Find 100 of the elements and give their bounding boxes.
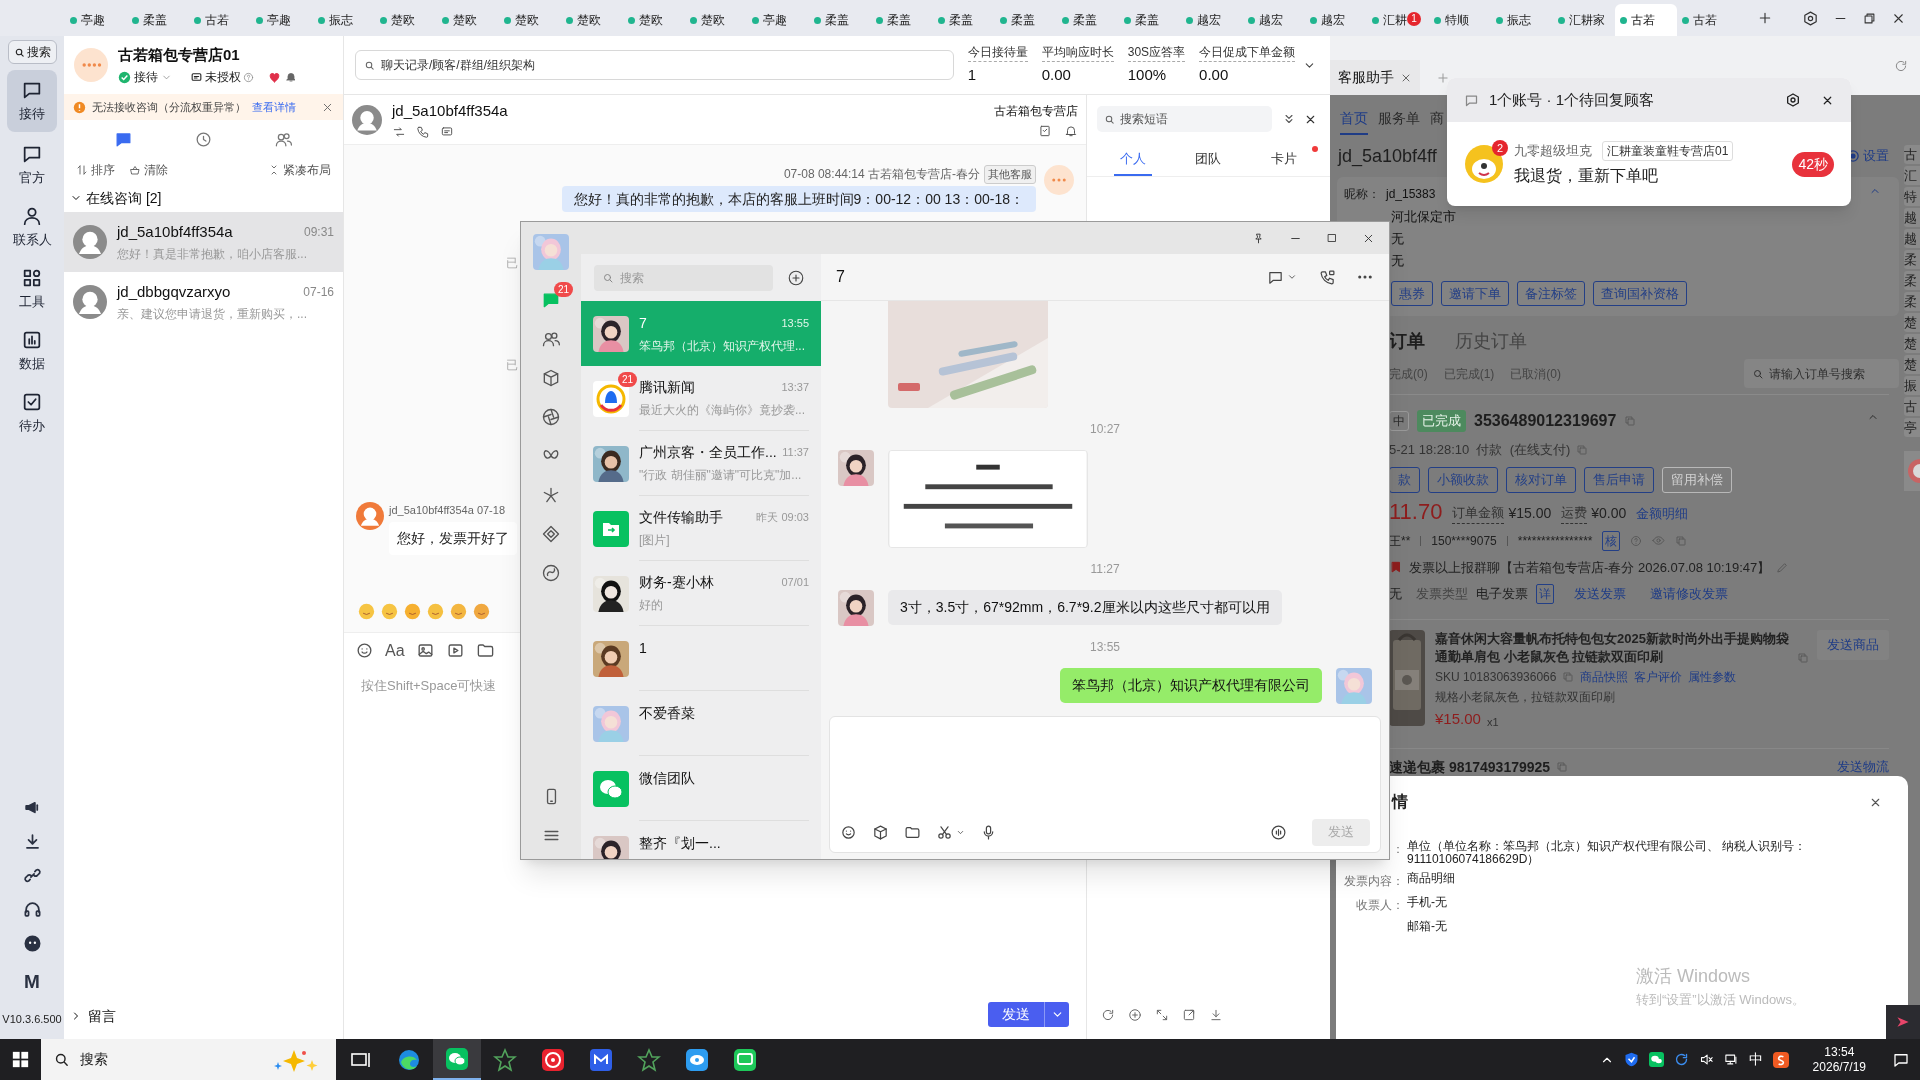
shop-tab[interactable]: 亭趣	[747, 4, 809, 36]
ime-indicator[interactable]: 中	[1748, 1049, 1763, 1070]
export-icon[interactable]	[1182, 1008, 1196, 1022]
scissors-icon[interactable]	[936, 823, 953, 841]
shield-icon[interactable]	[1623, 1052, 1639, 1067]
side-tab[interactable]: 柔	[1904, 250, 1920, 269]
shop-tab[interactable]: 楚欧	[561, 4, 623, 36]
nav-item[interactable]: 官方	[7, 136, 57, 194]
side-tab[interactable]: 特	[1904, 187, 1920, 206]
refresh-icon[interactable]	[1894, 59, 1908, 73]
image-icon[interactable]	[415, 641, 435, 660]
emoji-icon[interactable]	[450, 602, 467, 620]
shop-tab[interactable]: 古若	[1677, 4, 1739, 36]
windows-start-icon[interactable]	[12, 1051, 29, 1068]
shop-tab[interactable]: 柔盖	[871, 4, 933, 36]
side-tab[interactable]: 楚	[1904, 313, 1920, 332]
network-icon[interactable]	[1723, 1052, 1739, 1067]
side-tab[interactable]: 楚	[1904, 355, 1920, 374]
chat-app-icon[interactable]	[445, 1046, 469, 1071]
shop-tab[interactable]: 楚欧	[437, 4, 499, 36]
chat-list-item[interactable]: 文件传输助手 昨天 09:03 [图片]	[581, 496, 821, 561]
details-link[interactable]: 查看详情	[252, 98, 296, 116]
app-icon[interactable]	[589, 1047, 613, 1072]
phrase-tab[interactable]: 团队	[1189, 148, 1228, 176]
bell-icon[interactable]	[285, 71, 297, 84]
nav-button[interactable]: 21	[531, 280, 571, 319]
side-tab[interactable]: 古	[1904, 397, 1920, 416]
emoji-icon[interactable]	[404, 602, 421, 620]
shop-tab[interactable]: 柔盖	[933, 4, 995, 36]
heart-icon[interactable]	[268, 70, 281, 84]
transfer-icon[interactable]	[392, 124, 406, 139]
shop-tab[interactable]: 楚欧	[685, 4, 747, 36]
nav-item[interactable]: 待办	[7, 384, 57, 442]
shop-tab[interactable]: 振志	[313, 4, 375, 36]
message-icon[interactable]	[440, 124, 454, 139]
voice-icon[interactable]	[1270, 823, 1287, 841]
shop-tab[interactable]: 亭趣	[65, 4, 127, 36]
expand-icon[interactable]	[1155, 1008, 1169, 1022]
toolbar-button[interactable]: 排序	[76, 161, 115, 179]
side-tab[interactable]: 越	[1904, 208, 1920, 227]
shop-tab[interactable]: 汇耕 1	[1367, 4, 1429, 36]
taskbar-search[interactable]: 搜索	[41, 1039, 336, 1080]
settings-icon[interactable]	[1785, 92, 1801, 108]
panel-tab[interactable]: 服务单	[1378, 108, 1420, 135]
pin-icon[interactable]	[1252, 231, 1265, 245]
nav-item[interactable]: 工具	[7, 260, 57, 318]
feedback-button[interactable]	[1886, 1005, 1920, 1039]
phone-icon[interactable]	[416, 124, 430, 139]
sync-icon[interactable]	[1673, 1052, 1689, 1067]
side-tab[interactable]: 柔	[1904, 271, 1920, 290]
call-icon[interactable]	[1319, 268, 1336, 286]
search-field[interactable]: 请输入订单号搜索	[1744, 359, 1899, 388]
emoji-icon[interactable]	[381, 602, 398, 620]
phrase-tab[interactable]: 卡片	[1265, 148, 1304, 176]
shop-tab[interactable]: 亭趣	[251, 4, 313, 36]
status-dropdown[interactable]: 接待	[118, 68, 172, 87]
search-field[interactable]: 聊天记录/顾客/群组/组织架构	[355, 50, 954, 80]
message-app-icon[interactable]	[733, 1047, 757, 1072]
shop-tab[interactable]: 振志	[1491, 4, 1553, 36]
shop-tab[interactable]: 汇耕家	[1553, 4, 1615, 36]
chat-list-item[interactable]: 21 腾讯新闻 13:37 最近大火的《海屿你》竟抄袭...	[581, 366, 821, 431]
toolbar-button[interactable]: 紧凑布局	[268, 161, 331, 179]
order-tab[interactable]: 订单	[1389, 328, 1425, 355]
toolbar-button[interactable]: 清除	[129, 161, 168, 179]
taskbar-button[interactable]	[433, 1039, 481, 1080]
side-tab[interactable]: 柔	[1904, 292, 1920, 311]
refresh-icon[interactable]	[1101, 1008, 1115, 1022]
chat-list-item[interactable]: 财务-蹇小林 07/01 好的	[581, 561, 821, 626]
add-tab-icon[interactable]	[1757, 10, 1773, 26]
side-tab[interactable]: 越	[1904, 229, 1920, 248]
side-tab[interactable]: 古	[1904, 145, 1920, 164]
nav-item[interactable]: 数据	[7, 322, 57, 380]
assistant-tab[interactable]: 客服助手	[1330, 60, 1420, 95]
shop-tab[interactable]: 楚欧	[375, 4, 437, 36]
mute-icon[interactable]	[1698, 1052, 1714, 1067]
maximize-icon[interactable]	[1326, 232, 1338, 244]
send-button[interactable]: 发送	[988, 1002, 1069, 1027]
group-header[interactable]: 在线咨询 [2]	[64, 184, 343, 212]
browser-icon[interactable]	[397, 1047, 421, 1072]
shop-tab[interactable]: 柔盖	[809, 4, 871, 36]
shop-tab[interactable]: 柔盖	[127, 4, 189, 36]
folder-icon[interactable]	[475, 641, 495, 660]
star-app-icon[interactable]	[493, 1047, 517, 1072]
conversation-item[interactable]: jd_5a10bf4ff354a 09:31 您好！真是非常抱歉，咱小店客服...	[64, 212, 343, 272]
conversation-item[interactable]: jd_dbbgqvzarxyo 07-16 亲、建议您申请退货，重新购买，...	[64, 272, 343, 332]
restore-icon[interactable]	[1862, 10, 1877, 26]
shop-tab[interactable]: 越宏	[1305, 4, 1367, 36]
settings-icon[interactable]	[1802, 9, 1819, 27]
avatar-icon[interactable]	[1904, 451, 1920, 491]
side-tab[interactable]: 楚	[1904, 334, 1920, 353]
side-tab[interactable]: 亭	[1904, 418, 1920, 437]
font-button[interactable]: Aa	[385, 638, 405, 663]
shop-tab[interactable]: 柔盖	[1119, 4, 1181, 36]
emoji-icon[interactable]	[358, 602, 375, 620]
chat-list-item[interactable]: 1	[581, 626, 821, 691]
phrase-tab[interactable]: 个人	[1113, 148, 1152, 176]
search-button[interactable]: 搜索	[7, 40, 57, 64]
bot-icon[interactable]	[22, 934, 42, 953]
input-method-icon[interactable]	[1772, 1051, 1789, 1068]
circle-app-icon[interactable]	[541, 1047, 565, 1072]
